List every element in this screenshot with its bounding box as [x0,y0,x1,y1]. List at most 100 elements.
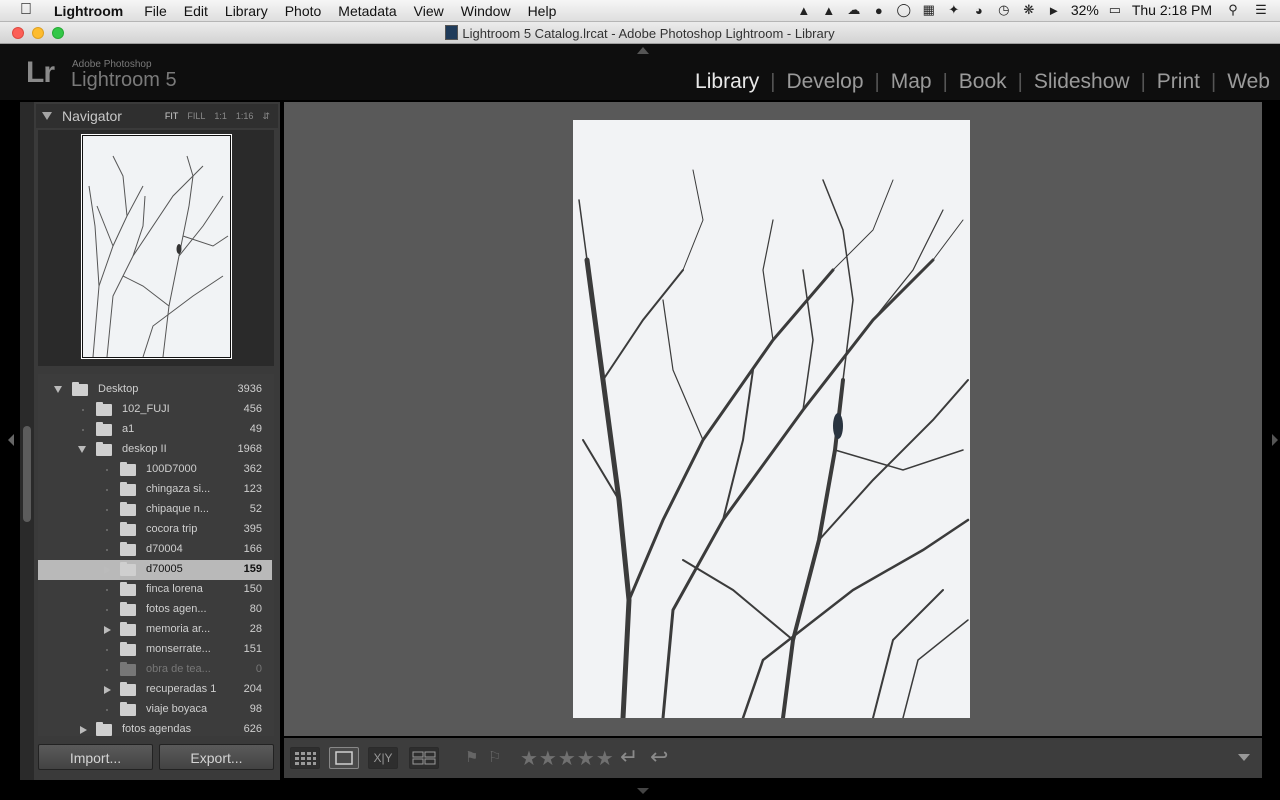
rating-stars[interactable]: ★★★★★ [520,746,615,771]
loupe-view[interactable] [284,102,1262,736]
cloud-icon[interactable]: ☁ [845,2,863,18]
folder-row[interactable]: fotos agendas 626 [38,720,272,736]
navigator-preview[interactable] [38,130,274,366]
folder-icon [96,442,112,456]
disclosure-closed-icon[interactable] [104,686,111,694]
zoom-fill[interactable]: FILL [187,111,205,122]
disclosure-open-icon[interactable] [54,386,62,393]
time-machine-icon[interactable]: ◷ [995,2,1013,18]
menu-metadata[interactable]: Metadata [338,3,396,19]
menu-photo[interactable]: Photo [285,3,322,19]
scrollbar-thumb[interactable] [23,426,31,522]
zoom-1-16[interactable]: 1:16 [236,111,254,122]
module-separator: | [770,70,776,93]
collapse-top-panel-icon[interactable] [637,47,649,54]
module-print[interactable]: Print [1157,70,1200,94]
toolbar-content-dropdown-icon[interactable] [1238,754,1250,761]
collapse-right-panel-icon[interactable] [1272,434,1278,446]
rotate-left-icon[interactable]: ↵ [620,744,638,770]
menu-lightroom[interactable]: Lightroom [54,3,123,19]
menu-library[interactable]: Library [225,3,268,19]
module-map[interactable]: Map [891,70,932,94]
navigator-zoom-options: FIT FILL 1:1 1:16 ⇵ [165,111,270,122]
wifi-icon[interactable]: ◕ [970,3,988,18]
folder-row[interactable]: a1 49 [38,420,272,440]
battery-icon[interactable]: ▭ [1106,2,1124,18]
module-library[interactable]: Library [695,70,759,94]
folder-row[interactable]: recuperadas 1 204 [38,680,272,700]
folder-row[interactable]: monserrate... 151 [38,640,272,660]
navigator-thumbnail[interactable] [81,134,232,359]
spotlight-search-icon[interactable]: ⚲ [1224,2,1242,18]
devices-icon[interactable]: ▦ [920,2,938,18]
folder-name: chingaza si... [146,483,211,495]
rotate-right-icon[interactable]: ↩ [650,744,668,770]
collapse-left-panel-icon[interactable] [8,434,14,446]
disclosure-closed-icon[interactable] [104,566,111,574]
import-button[interactable]: Import... [38,744,153,770]
folder-row[interactable]: finca lorena 150 [38,580,272,600]
folder-row[interactable]: chingaza si... 123 [38,480,272,500]
folder-row[interactable]: fotos agen... 80 [38,600,272,620]
folder-row[interactable]: deskop II 1968 [38,440,272,460]
disclosure-closed-icon[interactable] [80,726,87,734]
folder-row[interactable]: chipaque n... 52 [38,500,272,520]
flag-pick-icon[interactable]: ⚑ [465,748,478,766]
menu-file[interactable]: File [144,3,167,19]
module-web[interactable]: Web [1227,70,1270,94]
folder-count: 362 [243,463,262,475]
folder-icon [120,562,136,576]
tree-thumbnail-image [88,155,229,358]
folder-name: d70004 [146,543,183,555]
folder-row[interactable]: 100D7000 362 [38,460,272,480]
folder-name: monserrate... [146,643,211,655]
folder-row[interactable]: d70005 159 [38,560,272,580]
volume-icon[interactable]: ► [1045,3,1063,18]
module-develop[interactable]: Develop [786,70,863,94]
sync-icon[interactable]: ● [870,3,888,18]
folder-count: 28 [249,623,262,635]
menu-view[interactable]: View [414,3,444,19]
grid-view-icon[interactable] [290,747,320,769]
left-panel-scrollbar[interactable] [20,102,34,780]
bluetooth-icon[interactable]: ❋ [1020,2,1038,18]
navigator-header[interactable]: Navigator FIT FILL 1:1 1:16 ⇵ [36,104,278,128]
export-button[interactable]: Export... [159,744,274,770]
main-photo[interactable] [573,120,970,721]
module-slideshow[interactable]: Slideshow [1034,70,1130,94]
disclosure-closed-icon[interactable] [104,626,111,634]
tree-photo-image [578,169,970,721]
clock[interactable]: Thu 2:18 PM [1132,2,1212,18]
folder-row[interactable]: 102_FUJI 456 [38,400,272,420]
folder-row[interactable]: viaje boyaca 98 [38,700,272,720]
tool-icon[interactable]: ✦ [945,2,963,18]
survey-view-icon[interactable] [409,747,439,769]
headphones-icon[interactable]: ◯ [895,2,913,18]
folder-row[interactable]: d70004 166 [38,540,272,560]
menu-help[interactable]: Help [528,3,557,19]
menu-window[interactable]: Window [461,3,511,19]
lr-logo: Lr [26,56,55,89]
tree-connector [82,429,84,431]
menu-edit[interactable]: Edit [184,3,208,19]
collapse-filmstrip-icon[interactable] [637,788,649,794]
module-book[interactable]: Book [959,70,1007,94]
zoom-fit[interactable]: FIT [165,111,179,122]
notification-center-icon[interactable]: ☰ [1252,2,1270,18]
folder-row[interactable]: cocora trip 395 [38,520,272,540]
compare-view-icon[interactable]: X|Y [368,747,398,769]
zoom-stepper-icon[interactable]: ⇵ [262,111,270,122]
zoom-1-1[interactable]: 1:1 [214,111,227,122]
flag-reject-icon[interactable]: ⚐ [488,748,501,766]
folder-row[interactable]: obra de tea... 0 [38,660,272,680]
loupe-view-icon[interactable] [329,747,359,769]
folder-row[interactable]: memoria ar... 28 [38,620,272,640]
navigator-disclosure-icon[interactable] [42,112,52,120]
battery-percent[interactable]: 32% [1071,2,1099,18]
adobe-icon[interactable]: ▲ [820,3,838,18]
airdrop-icon[interactable]: ▲ [795,3,813,18]
apple-menu-icon[interactable]:  [20,1,32,19]
folder-row[interactable]: Desktop 3936 [38,380,272,400]
bird-mark [176,244,182,254]
disclosure-open-icon[interactable] [78,446,86,453]
